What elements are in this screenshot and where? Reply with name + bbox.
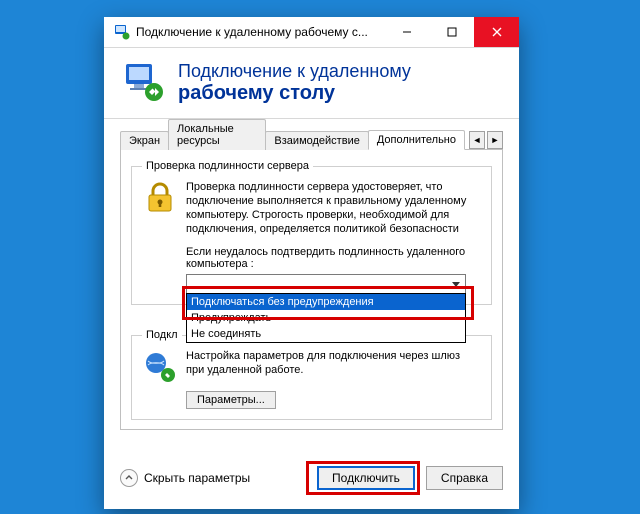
dropdown-option-warn[interactable]: Предупреждать xyxy=(187,310,465,326)
tab-local-resources[interactable]: Локальные ресурсы xyxy=(168,119,266,150)
dropdown-option-connect-no-warning[interactable]: Подключаться без предупреждения xyxy=(187,294,465,310)
group-server-auth: Проверка подлинности сервера Проверка по… xyxy=(131,160,492,305)
highlight-connect-button: Подключить xyxy=(306,461,420,495)
close-button[interactable] xyxy=(474,17,519,47)
tabs-bar: Экран Локальные ресурсы Взаимодействие Д… xyxy=(120,127,503,150)
dialog-footer: Скрыть параметры Подключить Справка xyxy=(104,451,519,509)
titlebar: Подключение к удаленному рабочему с... xyxy=(104,17,519,48)
server-auth-sub-label: Если неудалось подтвердить подлинность у… xyxy=(186,246,481,270)
connect-button[interactable]: Подключить xyxy=(317,466,415,490)
group-server-auth-legend: Проверка подлинности сервера xyxy=(142,160,313,172)
tab-advanced[interactable]: Дополнительно xyxy=(368,130,465,150)
tab-experience[interactable]: Взаимодействие xyxy=(265,131,368,150)
maximize-button[interactable] xyxy=(429,17,474,47)
auth-fail-action-dropdown: Подключаться без предупреждения Предупре… xyxy=(186,293,466,343)
tab-scroll-right[interactable]: ► xyxy=(487,131,503,149)
tab-display[interactable]: Экран xyxy=(120,131,169,150)
header-title-line2: рабочему столу xyxy=(178,82,411,104)
gateway-settings-button[interactable]: Параметры... xyxy=(186,391,276,409)
lock-icon xyxy=(142,180,178,216)
tab-scroll-left[interactable]: ◄ xyxy=(469,131,485,149)
toggle-options-label: Скрыть параметры xyxy=(144,471,250,485)
window-title: Подключение к удаленному рабочему с... xyxy=(136,25,384,39)
globe-connect-icon xyxy=(142,349,178,385)
auth-fail-action-select[interactable] xyxy=(186,274,466,294)
rdp-dialog-window: Подключение к удаленному рабочему с... xyxy=(104,17,519,509)
dropdown-option-do-not-connect[interactable]: Не соединять xyxy=(187,326,465,342)
gateway-description: Настройка параметров для подключения чер… xyxy=(186,349,481,385)
dialog-header: Подключение к удаленному рабочему столу xyxy=(104,48,519,119)
header-title-line1: Подключение к удаленному xyxy=(178,60,411,82)
help-button[interactable]: Справка xyxy=(426,466,503,490)
toggle-options[interactable]: Скрыть параметры xyxy=(120,469,306,487)
tab-content-advanced: Проверка подлинности сервера Проверка по… xyxy=(120,150,503,430)
rdp-header-icon xyxy=(122,60,166,104)
server-auth-description: Проверка подлинности сервера удостоверяе… xyxy=(186,180,481,236)
minimize-button[interactable] xyxy=(384,17,429,47)
chevron-up-icon xyxy=(120,469,138,487)
app-icon xyxy=(114,24,130,40)
group-gateway-legend: Подкл xyxy=(142,329,182,341)
